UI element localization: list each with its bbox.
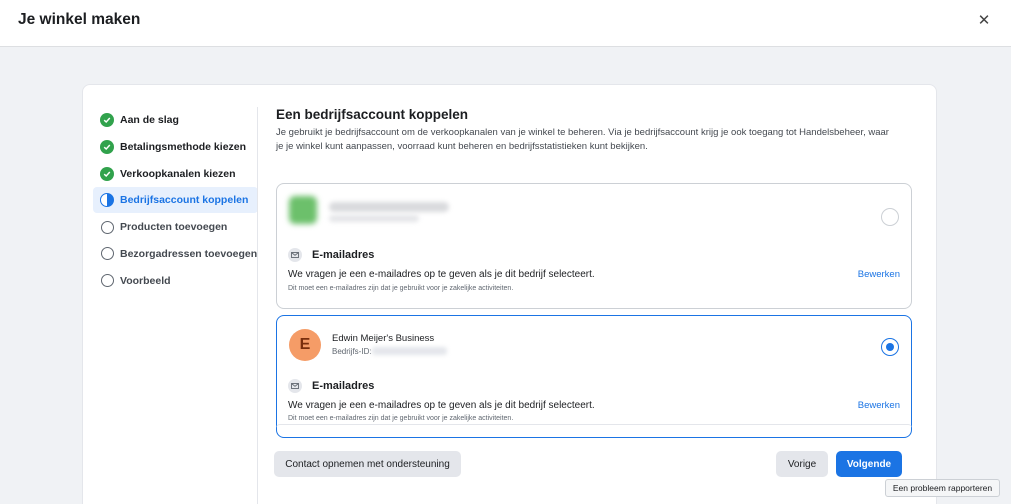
next-button[interactable]: Volgende — [836, 451, 902, 477]
email-title: E-mailadres — [312, 249, 375, 261]
step-bedrijfsaccount[interactable]: Bedrijfsaccount koppelen — [93, 187, 258, 214]
step-label: Voorbeeld — [120, 274, 171, 287]
business-id-label: Bedrijfs-ID: — [332, 347, 372, 356]
empty-circle-icon — [100, 220, 114, 234]
wizard-card: Aan de slag Betalingsmethode kiezen Verk… — [82, 84, 937, 504]
section-description: Je gebruikt je bedrijfsaccount om de ver… — [276, 127, 889, 152]
redacted-id — [329, 215, 419, 222]
step-bezorgadressen[interactable]: Bezorgadressen toevoegen — [93, 241, 258, 267]
close-icon[interactable]: ✕ — [975, 12, 993, 30]
radio-button[interactable] — [881, 208, 899, 226]
empty-circle-icon — [100, 247, 114, 261]
radio-button-selected[interactable] — [881, 338, 899, 356]
step-label: Betalingsmethode kiezen — [120, 140, 247, 153]
business-name: Edwin Meijer's Business — [332, 333, 435, 344]
more-content-edge — [276, 424, 912, 428]
email-header: E-mailadres — [288, 379, 374, 393]
step-producten[interactable]: Producten toevoegen — [93, 214, 258, 240]
edit-link[interactable]: Bewerken — [858, 269, 900, 280]
redacted-id — [372, 347, 447, 355]
step-voorbeeld[interactable]: Voorbeeld — [93, 268, 258, 294]
step-label: Producten toevoegen — [120, 221, 228, 234]
divider — [257, 107, 258, 504]
email-header: E-mailadres — [288, 248, 374, 262]
email-note: Dit moet een e-mailadres zijn dat je geb… — [288, 285, 514, 292]
envelope-icon — [288, 379, 302, 393]
previous-button[interactable]: Vorige — [776, 451, 828, 477]
email-note: Dit moet een e-mailadres zijn dat je geb… — [288, 415, 514, 422]
step-label: Bezorgadressen toevoegen — [120, 247, 258, 260]
avatar — [289, 196, 317, 224]
step-label: Aan de slag — [120, 114, 179, 126]
email-title: E-mailadres — [312, 380, 375, 392]
envelope-icon — [288, 248, 302, 262]
step-betalingsmethode[interactable]: Betalingsmethode kiezen — [93, 134, 258, 160]
account-option-1[interactable]: E-mailadres We vragen je een e-mailadres… — [276, 183, 912, 309]
check-circle-icon — [100, 113, 114, 127]
top-bar: Je winkel maken ✕ — [0, 0, 1011, 47]
account-option-2[interactable]: E Edwin Meijer's Business Bedrijfs-ID: E… — [276, 315, 912, 438]
contact-support-button[interactable]: Contact opnemen met ondersteuning — [274, 451, 461, 477]
report-problem-button[interactable]: Een probleem rapporteren — [885, 479, 1000, 497]
step-aan-de-slag[interactable]: Aan de slag — [93, 107, 258, 133]
check-circle-icon — [100, 166, 114, 181]
section-title: Een bedrijfsaccount koppelen — [276, 107, 469, 122]
empty-circle-icon — [100, 274, 114, 288]
half-circle-icon — [100, 193, 114, 208]
email-description: We vragen je een e-mailadres op te geven… — [288, 269, 595, 280]
page-title: Je winkel maken — [18, 11, 141, 28]
email-description: We vragen je een e-mailadres op te geven… — [288, 400, 595, 411]
steps-list: Aan de slag Betalingsmethode kiezen Verk… — [93, 107, 258, 295]
check-circle-icon — [100, 139, 114, 154]
redacted-name — [329, 202, 449, 212]
main-panel: Een bedrijfsaccount koppelen Je gebruikt… — [276, 107, 916, 438]
step-label: Verkoopkanalen kiezen — [120, 167, 236, 180]
step-verkoopkanalen[interactable]: Verkoopkanalen kiezen — [93, 161, 258, 187]
edit-link[interactable]: Bewerken — [858, 400, 900, 411]
avatar: E — [289, 329, 321, 361]
step-label: Bedrijfsaccount koppelen — [120, 194, 249, 207]
